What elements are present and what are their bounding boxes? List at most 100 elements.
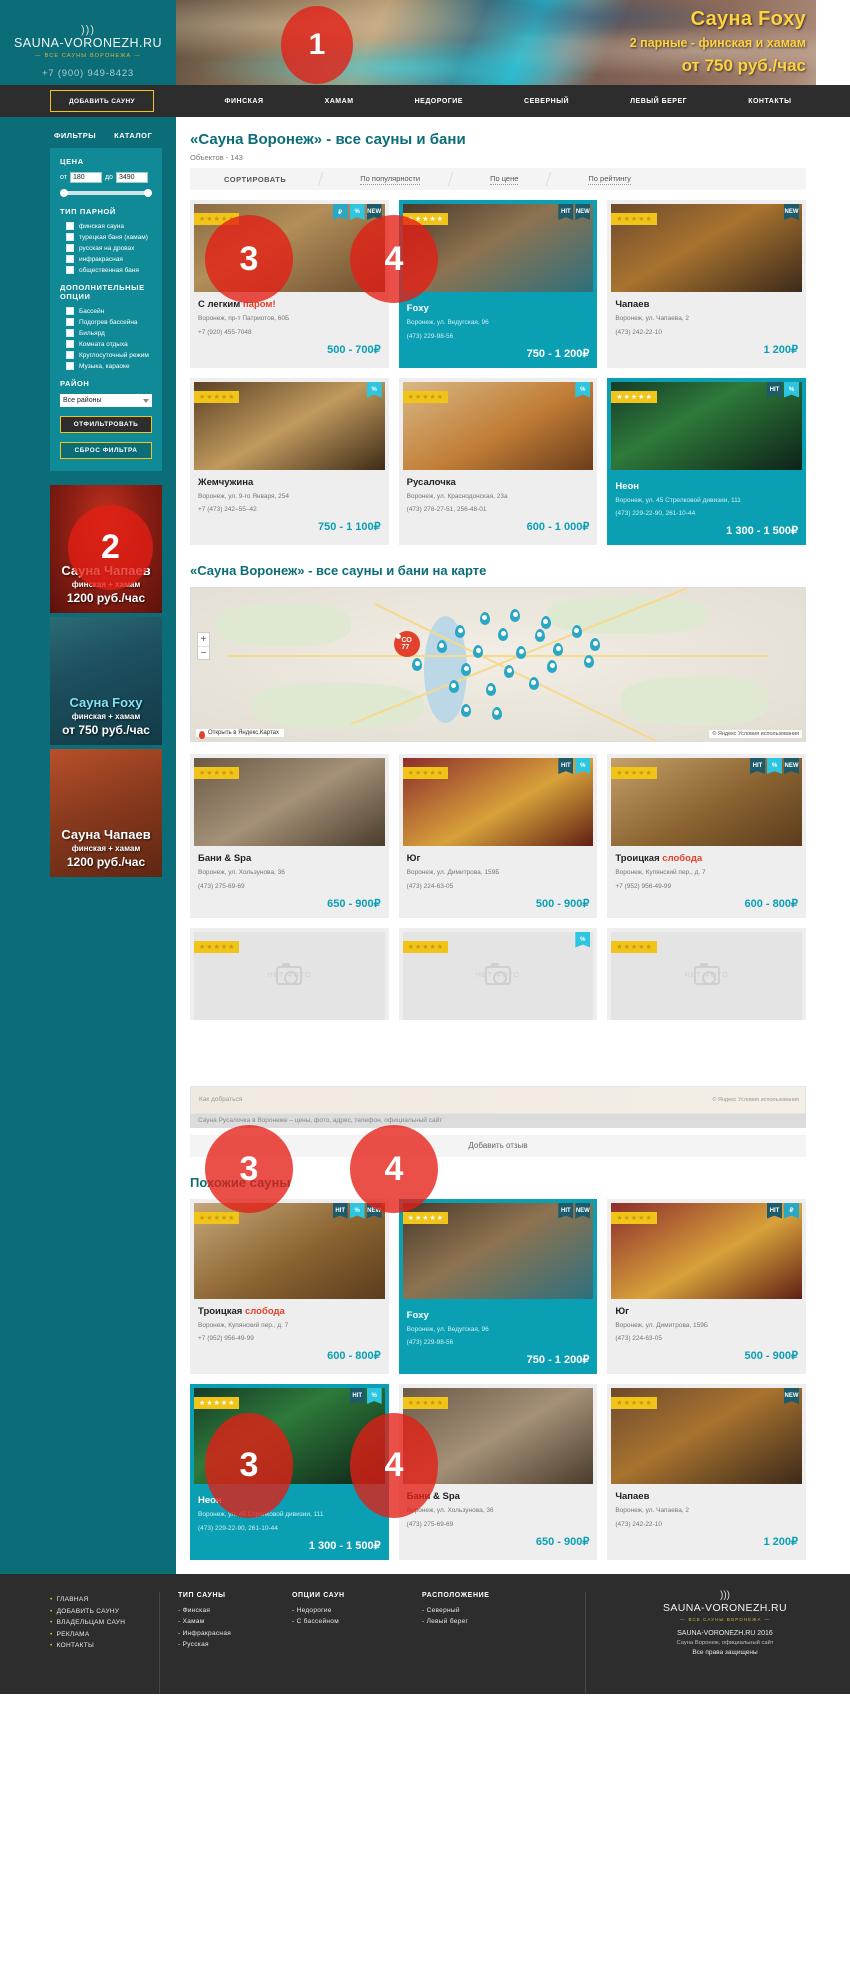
map-zoom-out-button[interactable]: − <box>198 646 209 659</box>
sauna-card-empty[interactable]: НЕТ ФОТО ★ ★ ★ ★ ★ % <box>398 927 598 1020</box>
footer-link-dobavit-saunu[interactable]: ДОБАВИТЬ САУНУ <box>50 1608 147 1615</box>
checkbox-box[interactable] <box>66 329 74 337</box>
checkbox-basseyn[interactable]: Бассейн <box>66 307 152 315</box>
card-title[interactable]: Русалочка <box>407 477 590 488</box>
sort-by-price[interactable]: По цене <box>490 174 519 185</box>
checkbox-russkaya-na-drovah[interactable]: русская на дровах <box>66 244 152 252</box>
sauna-card[interactable]: ★ ★ ★ ★ ★ NEW Чапаев Воронеж, ул. Чапаева, 2… <box>607 1384 806 1560</box>
sidebar-promo-chapaev-2[interactable]: Сауна Чапаев финская + хамам 1200 руб./ч… <box>50 749 162 877</box>
map-cluster-marker[interactable]: СО 77 <box>393 630 420 657</box>
checkbox-box[interactable] <box>66 266 74 274</box>
map-pin[interactable] <box>479 612 490 626</box>
map-pin[interactable] <box>461 662 472 676</box>
sauna-card[interactable]: ★ ★ ★ ★ ★ NEW Чапаев Воронеж, ул. Чапаева, 2… <box>607 200 806 368</box>
sauna-card[interactable]: ★ ★ ★ ★ ★ HIT % Юг Воронеж, ул. Димитрова, 1… <box>398 754 598 918</box>
nav-item-severny[interactable]: СЕВЕРНЫЙ <box>524 98 569 105</box>
card-photo[interactable]: ★ ★ ★ ★ ★ HIT % NEW <box>194 1202 385 1299</box>
footer-link-reklama[interactable]: РЕКЛАМА <box>50 1631 147 1638</box>
sidebar-tab-filters[interactable]: ФИЛЬТРЫ <box>54 131 96 140</box>
price-slider-knob-left[interactable] <box>60 189 68 197</box>
checkbox-infrakrasnaya[interactable]: инфракрасная <box>66 255 152 263</box>
district-select[interactable]: Все районы <box>60 394 152 407</box>
checkbox-box[interactable] <box>66 340 74 348</box>
map-pin[interactable] <box>448 679 459 693</box>
sauna-card[interactable]: ★ ★ ★ ★ ★ HIT % NEW Троицкая слобода Воронеж… <box>190 1198 389 1374</box>
sauna-card[interactable]: ★ ★ ★ ★ ★ % Жемчужина Воронеж, ул. 9-го Янва… <box>190 377 389 545</box>
review-location-map[interactable]: Как добраться © Яндекс Условия использов… <box>190 1085 806 1114</box>
map-pin[interactable] <box>461 704 472 718</box>
map-pin[interactable] <box>528 676 539 690</box>
sidebar-tab-catalog[interactable]: КАТАЛОГ <box>114 131 152 140</box>
open-in-yandex-maps-link[interactable]: Открыть в Яндекс.Картах <box>196 729 284 739</box>
sidebar-promo-foxy[interactable]: Сауна Foxy финская + хамам от 750 руб./ч… <box>50 617 162 745</box>
checkbox-finskaya-sauna[interactable]: финская сауна <box>66 222 152 230</box>
checkbox-muzyka-karaoke[interactable]: Музыка, караоке <box>66 362 152 370</box>
nav-item-kontakty[interactable]: КОНТАКТЫ <box>748 98 791 105</box>
map-pin[interactable] <box>498 627 508 641</box>
card-title[interactable]: Троицкая слобода <box>615 853 798 864</box>
card-photo[interactable]: ★ ★ ★ ★ ★ HIT % <box>611 381 802 470</box>
sauna-card[interactable]: ★ ★ ★ ★ ★ % Русалочка Воронеж, ул. Краснодон… <box>398 377 598 545</box>
sauna-card[interactable]: ★★★★★ HIT NEW Foxy Воронеж, ул. Ведугска… <box>398 1198 598 1374</box>
checkbox-tureckaya-banya[interactable]: турецкая баня (хамам) <box>66 233 152 241</box>
footer-link-glavnaya[interactable]: ГЛАВНАЯ <box>50 1596 147 1603</box>
price-slider-knob-right[interactable] <box>144 189 152 197</box>
map-zoom-in-button[interactable]: + <box>198 633 209 646</box>
footer-link-nedorogie[interactable]: - Недорогие <box>292 1607 398 1614</box>
checkbox-obshestvennaya-banya[interactable]: общественная баня <box>66 266 152 274</box>
price-slider[interactable] <box>60 189 152 197</box>
nav-item-hamam[interactable]: ХАМАМ <box>325 98 354 105</box>
card-photo[interactable]: ★ ★ ★ ★ ★ <box>194 758 385 846</box>
card-title[interactable]: Троицкая слобода <box>198 1306 381 1317</box>
card-photo[interactable]: ★ ★ ★ ★ ★ NEW <box>611 1388 802 1484</box>
saunas-map[interactable]: СО 77 + − Открыть в Яндекс.Картах © Яндек… <box>190 587 806 742</box>
map-pin[interactable] <box>491 707 502 721</box>
card-photo[interactable]: ★ ★ ★ ★ ★ HIT % <box>402 758 594 846</box>
footer-link-hamam[interactable]: - Хамам <box>178 1618 268 1625</box>
sauna-card[interactable]: ★ ★ ★ ★ ★ Бани & Spa Воронеж, ул. Хользунова… <box>190 754 389 918</box>
card-title[interactable]: Бани & Spa <box>198 853 381 864</box>
footer-link-s-basseynom[interactable]: - С бассейном <box>292 1618 398 1625</box>
sauna-card-empty[interactable]: НЕТ ФОТО ★ ★ ★ ★ ★ <box>607 927 806 1020</box>
map-pin[interactable] <box>553 643 564 657</box>
price-to-input[interactable] <box>115 172 148 183</box>
footer-link-infrakrasnaya[interactable]: - Инфракрасная <box>178 1630 268 1637</box>
card-title[interactable]: Foxy <box>407 1310 590 1321</box>
card-title[interactable]: Foxy <box>407 303 590 314</box>
footer-link-vladelcam-saun[interactable]: ВЛАДЕЛЬЦАМ САУН <box>50 1619 147 1626</box>
site-logo[interactable]: ))) SAUNA-VORONEZH.RU ВСЕ САУНЫ ВОРОНЕЖА… <box>0 0 176 85</box>
map-zoom-controls[interactable]: + − <box>197 632 210 660</box>
how-to-get-there-label[interactable]: Как добраться <box>199 1096 242 1103</box>
map-pin[interactable] <box>547 659 558 673</box>
card-title[interactable]: Бани & Spa <box>407 1491 590 1502</box>
card-photo[interactable]: ★ ★ ★ ★ ★ % <box>402 381 594 470</box>
card-title[interactable]: Чапаев <box>615 299 798 310</box>
card-photo[interactable]: ★ ★ ★ ★ ★ HIT % NEW <box>611 758 802 846</box>
card-title[interactable]: С легким паром! <box>198 299 381 310</box>
sauna-card[interactable]: ★ ★ ★ ★ ★ HIT % NEW Троицкая слобода Воронеж… <box>607 754 806 918</box>
checkbox-box[interactable] <box>66 233 74 241</box>
checkbox-box[interactable] <box>66 222 74 230</box>
map-pin[interactable] <box>412 658 423 672</box>
map-pin[interactable] <box>485 682 496 696</box>
nav-item-finskaya[interactable]: ФИНСКАЯ <box>225 98 264 105</box>
card-title[interactable]: Юг <box>407 853 590 864</box>
map-pin[interactable] <box>571 624 582 638</box>
card-title[interactable]: Чапаев <box>615 1491 798 1502</box>
checkbox-kruglosutochny-rezhim[interactable]: Круглосуточный режим <box>66 351 152 359</box>
checkbox-box[interactable] <box>66 307 74 315</box>
apply-filter-button[interactable]: ОТФИЛЬТРОВАТЬ <box>60 416 152 433</box>
checkbox-box[interactable] <box>66 244 74 252</box>
footer-link-severny[interactable]: - Северный <box>422 1607 573 1614</box>
card-title[interactable]: Юг <box>615 1306 798 1317</box>
card-photo[interactable]: ★ ★ ★ ★ ★ % <box>194 381 385 470</box>
card-title[interactable]: Неон <box>615 481 798 492</box>
nav-item-nedorogie[interactable]: НЕДОРОГИЕ <box>415 98 463 105</box>
nav-add-sauna-button[interactable]: ДОБАВИТЬ САУНУ <box>50 90 154 112</box>
footer-link-levy-bereg[interactable]: - Левый берег <box>422 1618 573 1625</box>
card-photo[interactable]: ★ ★ ★ ★ ★ NEW <box>611 204 802 292</box>
footer-link-finskaya[interactable]: - Финская <box>178 1607 268 1614</box>
checkbox-bilyard[interactable]: Бильярд <box>66 329 152 337</box>
sort-by-popularity[interactable]: По популярности <box>360 174 421 185</box>
price-from-input[interactable] <box>69 172 102 183</box>
